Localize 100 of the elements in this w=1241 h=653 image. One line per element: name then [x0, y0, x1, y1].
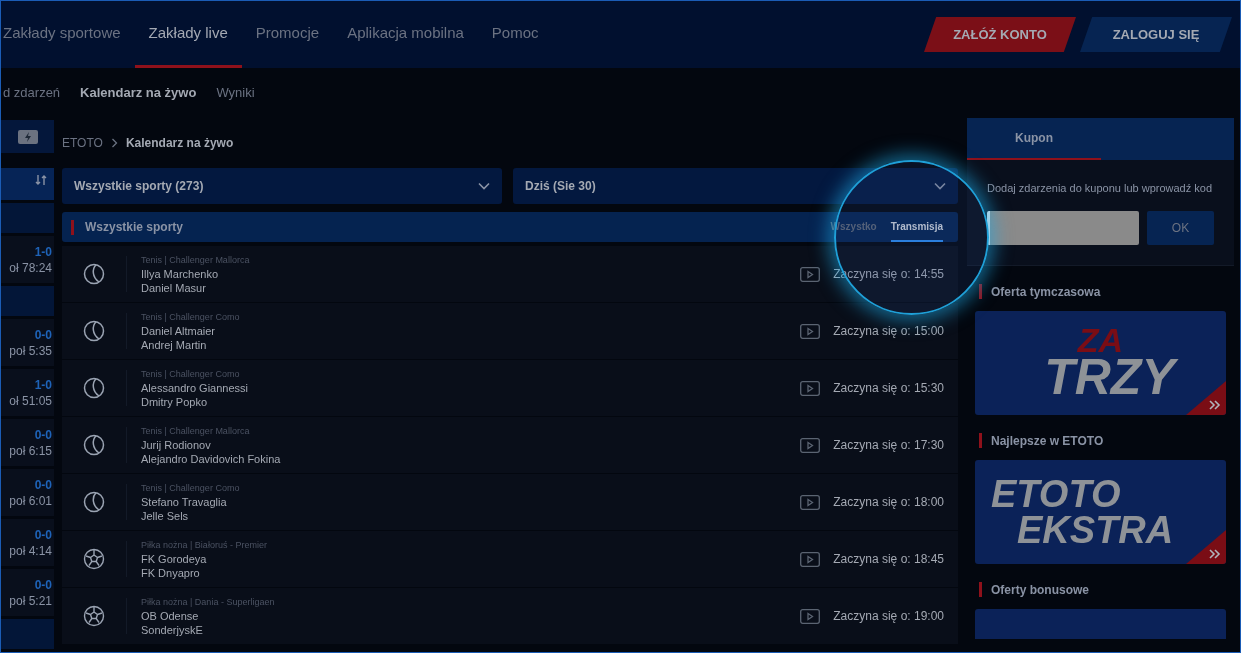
video-play-icon[interactable] — [800, 323, 821, 339]
score: 0-0 — [34, 326, 52, 343]
match-time: poł 5:35 — [9, 342, 52, 359]
video-play-icon[interactable] — [800, 437, 821, 453]
tennis-ball-icon — [83, 263, 105, 285]
league-name: Tenis | Challenger Como — [141, 311, 240, 324]
soccer-ball-icon — [83, 605, 105, 627]
live-event[interactable]: 0-0 poł 6:01 — [1, 469, 54, 516]
team-name: SonderjyskE — [141, 623, 204, 637]
subnav-link[interactable]: Wyniki — [216, 83, 255, 103]
nav-tab[interactable]: Pomoc — [477, 1, 553, 68]
nav-tab[interactable]: Aplikacja mobilna — [333, 1, 478, 68]
league-name: Tenis | Challenger Mallorca — [141, 425, 251, 438]
banner-title: ETOTO — [991, 475, 1122, 512]
score: 1-0 — [34, 376, 52, 393]
league-name: Piłka nożna | Dania - Superligaen — [141, 596, 275, 609]
double-chevron-corner-icon[interactable] — [1186, 529, 1226, 564]
live-event[interactable]: 1-0 oł 51:05 — [1, 369, 54, 416]
team-name: Alejandro Davidovich Fokina — [141, 452, 281, 466]
coupon-hint: Dodaj zdarzenia do kuponu lub wprowadź kod — [987, 181, 1214, 196]
video-play-icon[interactable] — [800, 266, 821, 282]
chevron-down-icon — [478, 182, 490, 190]
score: 0-0 — [34, 476, 52, 493]
video-play-icon[interactable] — [800, 380, 821, 396]
team-name: Alessandro Giannessi — [141, 381, 248, 395]
section-title: Oferta tymczasowa — [991, 283, 1101, 301]
tennis-ball-icon — [83, 434, 105, 456]
start-time: Zaczyna się o: 19:00 — [833, 608, 944, 625]
team-name: Jelle Sels — [141, 509, 190, 523]
login-button[interactable]: ZALOGUJ SIĘ — [1080, 17, 1232, 52]
section-title: Oferty bonusowe — [991, 581, 1089, 599]
nav-tab[interactable]: Zakłady sportowe — [1, 1, 135, 68]
banner-title: EKSTRA — [1017, 511, 1174, 548]
league-name: Tenis | Challenger Como — [141, 368, 241, 381]
live-event[interactable]: 0-0 poł 5:35 — [1, 319, 54, 366]
match-time: poł 6:01 — [9, 492, 52, 509]
chevron-down-icon — [934, 182, 946, 190]
start-time: Zaczyna się o: 18:00 — [833, 494, 944, 511]
sort-bar[interactable] — [1, 168, 54, 200]
breadcrumb-link[interactable]: ETOTO — [62, 134, 103, 152]
team-name: Jurij Rodionov — [141, 438, 212, 452]
double-chevron-corner-icon[interactable] — [1186, 380, 1226, 415]
breadcrumb-current: Kalendarz na żywo — [125, 135, 234, 152]
score: 0-0 — [34, 426, 52, 443]
nav-tab[interactable]: Zakłady live — [134, 1, 242, 68]
tennis-ball-icon — [83, 320, 105, 342]
code-input-field[interactable] — [987, 210, 1139, 245]
video-play-icon[interactable] — [800, 608, 821, 624]
register-button[interactable]: ZAŁÓŻ KONTO — [924, 17, 1076, 52]
video-play-icon[interactable] — [800, 551, 821, 567]
section-title: Najlepsze w ETOTO — [991, 432, 1104, 450]
promo-banner[interactable]: ZA TRZY — [975, 310, 1226, 415]
team-name: Daniel Masur — [141, 281, 207, 295]
league-name: Tenis | Challenger Como — [141, 482, 240, 495]
event-row[interactable]: Piłka nożna | Dania - Superligaen OB Odense SonderjyskE Zaczyna się o: 19:00 — [62, 588, 958, 644]
soccer-ball-icon — [83, 548, 105, 570]
filter-dropdown[interactable]: Wszystkie sporty (273) — [62, 168, 502, 204]
subnav-link[interactable]: d zdarzeń — [3, 83, 61, 103]
match-time: oł 51:05 — [9, 392, 52, 409]
event-row[interactable]: Tenis | Challenger Mallorca Jurij Rodionov Alejandro Davidovich Fokina Zaczyna się o: 17:30 — [62, 417, 958, 473]
start-time: Zaczyna się o: 17:30 — [833, 437, 944, 454]
live-event[interactable]: 1-0 oł 78:24 — [1, 236, 54, 283]
event-row[interactable]: Tenis | Challenger Como Stefano Travaglia Jelle Sels Zaczyna się o: 18:00 — [62, 474, 958, 530]
league-name: Tenis | Challenger Mallorca — [141, 254, 250, 267]
score: 1-0 — [34, 243, 52, 260]
team-name: Stefano Travaglia — [141, 495, 228, 509]
start-time: Zaczyna się o: 15:30 — [833, 380, 944, 397]
score: 0-0 — [34, 526, 52, 543]
video-play-icon[interactable] — [800, 494, 821, 510]
match-time: poł 6:15 — [9, 442, 52, 459]
filter-dropdown[interactable]: Dziś (Sie 30) — [513, 168, 958, 204]
start-time: Zaczyna się o: 18:45 — [833, 551, 944, 568]
match-time: poł 4:14 — [9, 542, 52, 559]
chevron-right-icon — [110, 138, 118, 148]
team-name: FK Dnyapro — [141, 566, 201, 580]
tennis-ball-icon — [83, 377, 105, 399]
team-name: Daniel Altmaier — [141, 324, 216, 338]
lightning-badge-icon — [17, 129, 38, 144]
nav-tab[interactable]: Promocje — [241, 1, 334, 68]
team-name: FK Gorodeya — [141, 552, 208, 566]
event-row[interactable]: Piłka nożna | Białoruś - Premier FK Gorodeya FK Dnyapro Zaczyna się o: 18:45 — [62, 531, 958, 587]
league-name: Piłka nożna | Białoruś - Premier — [141, 539, 267, 552]
promo-banner[interactable]: ETOTO EKSTRA — [975, 459, 1226, 564]
live-event[interactable]: 0-0 poł 5:21 — [1, 569, 54, 616]
live-event[interactable]: 0-0 poł 6:15 — [1, 419, 54, 466]
event-row[interactable]: Tenis | Challenger Como Daniel Altmaier Andrej Martin Zaczyna się o: 15:00 — [62, 303, 958, 359]
filter-tab[interactable]: Transmisja — [890, 212, 943, 242]
match-time: poł 5:21 — [9, 592, 52, 609]
subnav-link[interactable]: Kalendarz na żywo — [80, 83, 197, 103]
live-tab[interactable] — [1, 120, 54, 153]
match-time: oł 78:24 — [9, 259, 52, 276]
event-row[interactable]: Tenis | Challenger Como Alessandro Giannessi Dmitry Popko Zaczyna się o: 15:30 — [62, 360, 958, 416]
score: 0-0 — [34, 576, 52, 593]
tennis-ball-icon — [83, 491, 105, 513]
banner-title: ZA — [1077, 325, 1124, 354]
list-title: Wszystkie sporty — [85, 219, 184, 236]
live-event[interactable]: 0-0 poł 4:14 — [1, 519, 54, 566]
sort-arrows-icon — [35, 174, 47, 186]
team-name: OB Odense — [141, 609, 200, 623]
team-name: Andrej Martin — [141, 338, 208, 352]
